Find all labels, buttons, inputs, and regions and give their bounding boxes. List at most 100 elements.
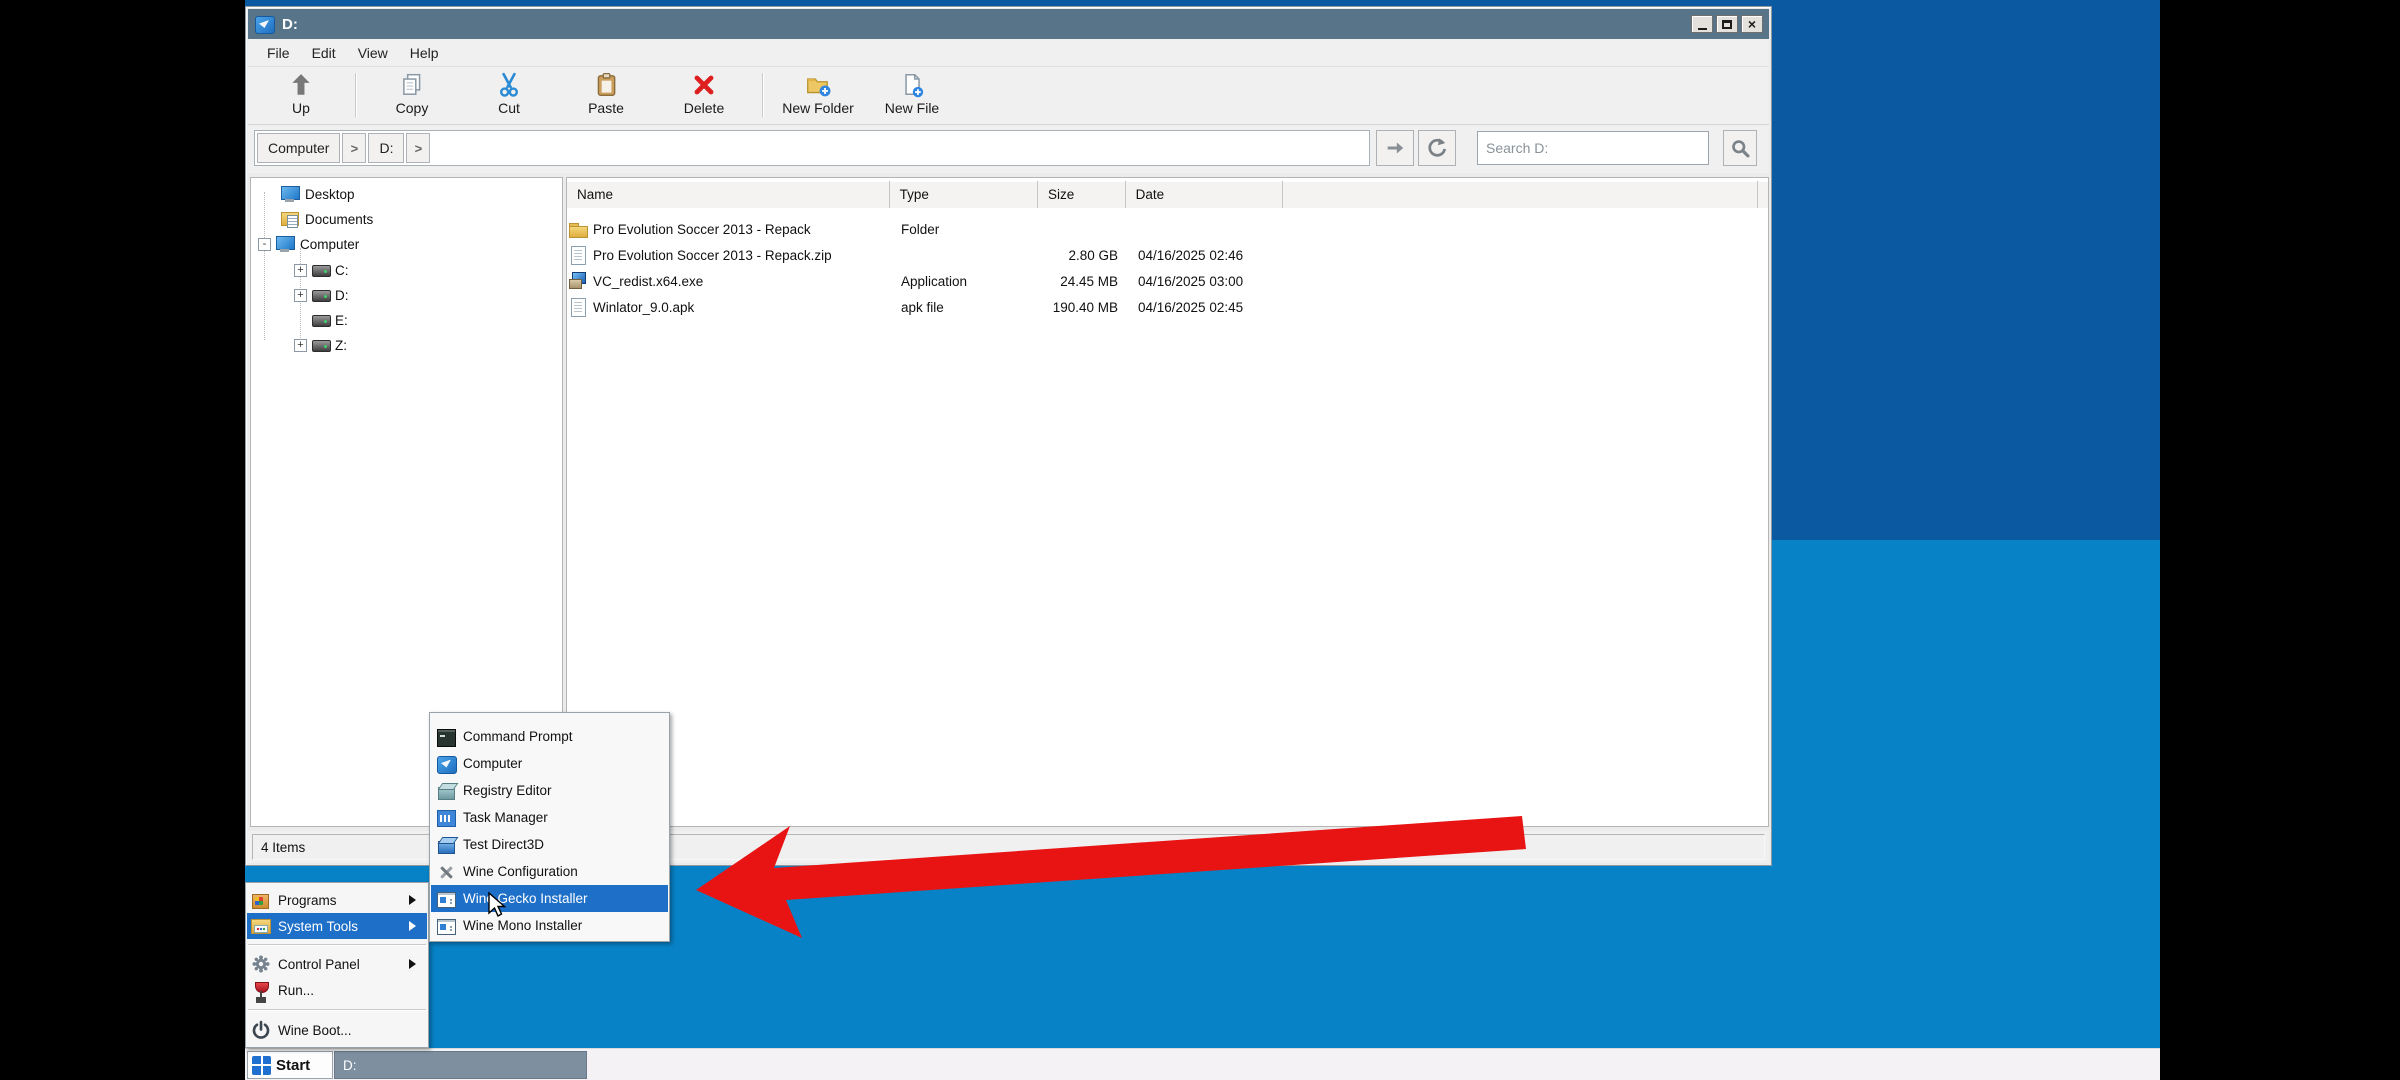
menu-item-label: Wine Configuration xyxy=(463,864,578,879)
task-manager-icon xyxy=(436,808,456,828)
paste-button[interactable]: Paste xyxy=(561,70,651,122)
file-name: Pro Evolution Soccer 2013 - Repack.zip xyxy=(593,248,832,263)
drive-icon xyxy=(312,286,330,304)
title-bar[interactable]: D: × xyxy=(248,9,1769,39)
document-icon xyxy=(569,298,587,316)
close-button[interactable]: × xyxy=(1741,15,1763,33)
start-button[interactable]: Start xyxy=(247,1051,333,1079)
chevron-right-icon[interactable]: > xyxy=(406,133,430,163)
file-size: 190.40 MB xyxy=(1040,294,1118,320)
menu-separator xyxy=(248,944,426,945)
refresh-icon xyxy=(1426,137,1448,159)
menu-edit[interactable]: Edit xyxy=(301,42,347,64)
column-header-type[interactable]: Type xyxy=(890,181,1038,208)
start-menu-item-system-tools[interactable]: System Tools xyxy=(247,913,427,939)
file-date xyxy=(1138,216,1288,242)
expand-box[interactable]: + xyxy=(294,264,307,277)
menu-item-label: Wine Gecko Installer xyxy=(463,891,588,906)
tree-item-desktop[interactable]: Desktop xyxy=(281,182,355,206)
up-button[interactable]: Up xyxy=(268,70,334,122)
submenu-item-wine-configuration[interactable]: Wine Configuration xyxy=(431,858,668,885)
column-header-date[interactable]: Date xyxy=(1126,181,1283,208)
new-file-button[interactable]: New File xyxy=(870,70,954,122)
expand-box[interactable]: + xyxy=(294,339,307,352)
submenu-item-test-direct3d[interactable]: Test Direct3D xyxy=(431,831,668,858)
desktop: D: × File Edit View Help Up Copy C xyxy=(245,0,2160,1080)
submenu-item-command-prompt[interactable]: Command Prompt xyxy=(431,723,668,750)
submenu-item-wine-mono-installer[interactable]: Wine Mono Installer xyxy=(431,912,668,939)
go-button[interactable] xyxy=(1376,130,1414,166)
collapse-box[interactable]: - xyxy=(258,238,271,251)
screen-root: D: × File Edit View Help Up Copy C xyxy=(0,0,2400,1080)
tree-item-documents[interactable]: Documents xyxy=(281,207,373,231)
submenu-arrow-icon xyxy=(409,921,421,931)
start-menu-item-run[interactable]: Run... xyxy=(247,977,427,1003)
minimize-button[interactable] xyxy=(1691,15,1713,33)
clipboard-icon xyxy=(593,72,619,98)
tree-item-drive-e[interactable]: E: xyxy=(312,308,348,332)
refresh-button[interactable] xyxy=(1418,130,1456,166)
copy-label: Copy xyxy=(396,100,429,116)
new-folder-button[interactable]: New Folder xyxy=(770,70,866,122)
file-manager-icon xyxy=(436,754,456,774)
submenu-item-task-manager[interactable]: Task Manager xyxy=(431,804,668,831)
installer-icon xyxy=(436,889,456,909)
delete-button[interactable]: Delete xyxy=(658,70,750,122)
drive-icon xyxy=(312,336,330,354)
breadcrumb-drive-d[interactable]: D: xyxy=(368,133,404,163)
menu-bar: File Edit View Help xyxy=(248,39,1769,67)
column-header-name[interactable]: Name xyxy=(567,181,890,208)
terminal-icon xyxy=(436,727,456,747)
menu-file[interactable]: File xyxy=(256,42,301,64)
submenu-item-computer[interactable]: Computer xyxy=(431,750,668,777)
file-date: 04/16/2025 02:46 xyxy=(1138,242,1288,268)
copy-button[interactable]: Copy xyxy=(366,70,458,122)
chevron-right-icon[interactable]: > xyxy=(342,133,366,163)
file-row[interactable]: Pro Evolution Soccer 2013 - Repack Folde… xyxy=(567,216,1768,242)
menu-view[interactable]: View xyxy=(347,42,399,64)
cut-button[interactable]: Cut xyxy=(464,70,554,122)
file-row[interactable]: VC_redist.x64.exe Application 24.45 MB 0… xyxy=(567,268,1768,294)
paste-label: Paste xyxy=(588,100,624,116)
search-button[interactable] xyxy=(1723,130,1757,166)
menu-item-label: Test Direct3D xyxy=(463,837,544,852)
submenu-item-wine-gecko-installer[interactable]: Wine Gecko Installer xyxy=(431,885,668,912)
menu-help[interactable]: Help xyxy=(399,42,450,64)
submenu-item-registry-editor[interactable]: Registry Editor xyxy=(431,777,668,804)
file-date: 04/16/2025 02:45 xyxy=(1138,294,1288,320)
menu-item-label: Run... xyxy=(278,983,314,998)
tree-item-drive-d[interactable]: + D: xyxy=(294,283,349,307)
windows-logo-icon xyxy=(252,1056,271,1075)
drive-icon xyxy=(312,261,330,279)
document-icon xyxy=(569,246,587,264)
submenu-arrow-icon xyxy=(409,895,421,905)
drive-icon xyxy=(312,311,330,329)
search-input[interactable] xyxy=(1477,131,1709,165)
start-menu-item-wine-boot[interactable]: Wine Boot... xyxy=(247,1017,427,1043)
cube-icon xyxy=(436,781,456,801)
start-menu: Programs System Tools Control Panel Run.… xyxy=(245,882,429,1048)
address-field[interactable]: Computer > D: > xyxy=(254,130,1370,166)
start-menu-item-programs[interactable]: Programs xyxy=(247,887,427,913)
file-size xyxy=(1040,216,1118,242)
expand-box[interactable]: + xyxy=(294,289,307,302)
file-type xyxy=(901,242,1041,268)
tree-item-drive-c[interactable]: + C: xyxy=(294,258,349,282)
file-row[interactable]: Pro Evolution Soccer 2013 - Repack.zip 2… xyxy=(567,242,1768,268)
file-row[interactable]: Winlator_9.0.apk apk file 190.40 MB 04/1… xyxy=(567,294,1768,320)
scissors-icon xyxy=(496,72,522,98)
menu-item-label: Control Panel xyxy=(278,957,360,972)
file-name: Pro Evolution Soccer 2013 - Repack xyxy=(593,222,811,237)
tree-item-computer[interactable]: - Computer xyxy=(258,232,359,256)
tree-label: C: xyxy=(335,263,349,278)
tree-item-drive-z[interactable]: + Z: xyxy=(294,333,347,357)
toolbar: Up Copy Cut Paste Delete New Fo xyxy=(248,67,1769,125)
new-file-icon xyxy=(899,72,925,98)
copy-icon xyxy=(399,72,425,98)
menu-item-label: Wine Mono Installer xyxy=(463,918,582,933)
breadcrumb-computer[interactable]: Computer xyxy=(257,133,340,163)
start-menu-item-control-panel[interactable]: Control Panel xyxy=(247,951,427,977)
column-header-size[interactable]: Size xyxy=(1038,181,1126,208)
maximize-button[interactable] xyxy=(1716,15,1738,33)
taskbar-task-d[interactable]: D: xyxy=(334,1051,587,1079)
